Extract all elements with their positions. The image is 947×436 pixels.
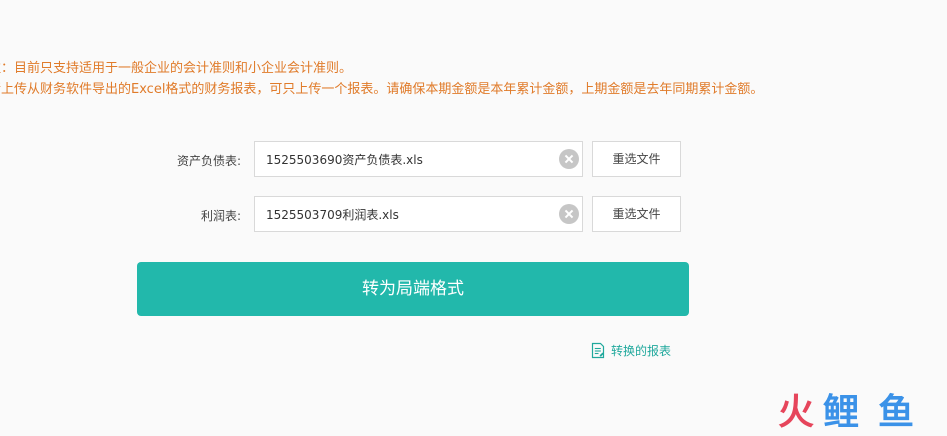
income-statement-label: 利润表: xyxy=(200,209,241,223)
watermark-logo: 火 鲤 鱼 xyxy=(778,392,943,434)
converted-reports-label: 转换的报表 xyxy=(611,343,672,358)
document-icon xyxy=(591,342,605,358)
income-statement-reselect-button[interactable]: 重选文件 xyxy=(592,196,681,232)
watermark-char: 鲤 xyxy=(823,392,860,433)
clear-icon[interactable] xyxy=(559,204,579,224)
notice-upload-instructions: 请上传从财务软件导出的Excel格式的财务报表，可只上传一个报表。请确保本期金额… xyxy=(0,82,764,97)
convert-button[interactable]: 转为局端格式 xyxy=(137,262,689,316)
upload-page: 注：目前只支持适用于一般企业的会计准则和小企业会计准则。 请上传从财务软件导出的… xyxy=(0,0,947,436)
balance-sheet-file-name: 1525503690资产负债表.xls xyxy=(266,153,423,167)
balance-sheet-reselect-button[interactable]: 重选文件 xyxy=(592,141,681,177)
balance-sheet-file-field[interactable]: 1525503690资产负债表.xls xyxy=(254,141,583,177)
clear-icon[interactable] xyxy=(559,149,579,169)
notice-supported-standards: 注：目前只支持适用于一般企业的会计准则和小企业会计准则。 xyxy=(0,61,353,76)
balance-sheet-label: 资产负债表: xyxy=(176,154,241,168)
income-statement-file-name: 1525503709利润表.xls xyxy=(266,208,399,222)
income-statement-file-field[interactable]: 1525503709利润表.xls xyxy=(254,196,583,232)
watermark-char: 火 xyxy=(778,392,815,433)
converted-reports-link[interactable]: 转换的报表 xyxy=(590,340,671,360)
watermark-char: 鱼 xyxy=(878,392,915,433)
